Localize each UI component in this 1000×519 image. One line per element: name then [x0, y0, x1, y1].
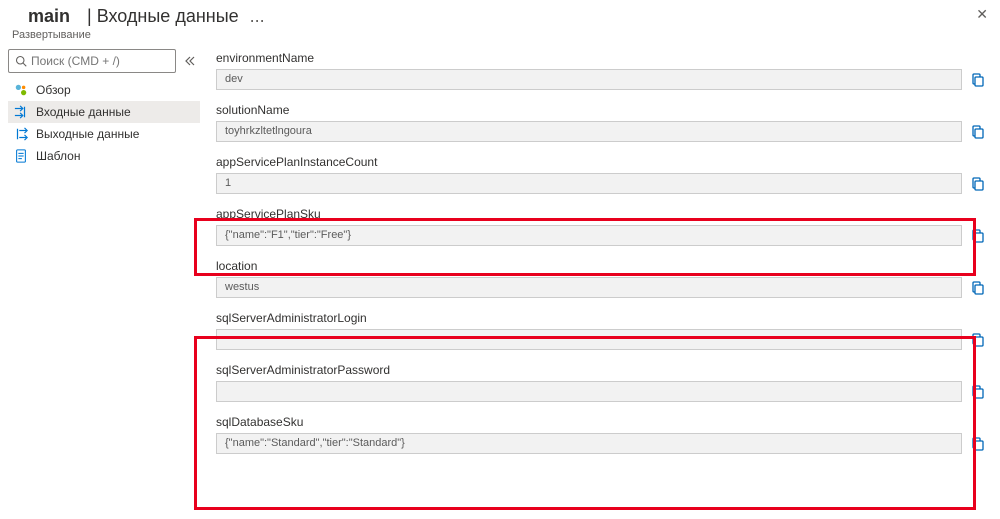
field-label: sqlServerAdministratorLogin [216, 311, 988, 325]
sidebar-item-label: Шаблон [36, 149, 80, 163]
field-appServicePlanInstanceCount: appServicePlanInstanceCount 1 [216, 155, 988, 194]
field-value [216, 329, 962, 350]
sidebar-item-template[interactable]: Шаблон [8, 145, 200, 167]
field-label: location [216, 259, 988, 273]
overview-icon [14, 83, 28, 97]
template-icon [14, 149, 28, 163]
copy-icon [970, 176, 986, 192]
field-value: 1 [216, 173, 962, 194]
copy-button[interactable] [967, 69, 988, 90]
sidebar: Обзор Входные данные Выходные данные Шаб… [0, 43, 200, 475]
copy-button[interactable] [967, 329, 988, 350]
title-sep: | [82, 6, 97, 26]
field-value: toyhrkzltetlngoura [216, 121, 962, 142]
field-solutionName: solutionName toyhrkzltetlngoura [216, 103, 988, 142]
search-box[interactable] [8, 49, 176, 73]
field-label: appServicePlanSku [216, 207, 988, 221]
inputs-icon [14, 105, 28, 119]
copy-icon [970, 280, 986, 296]
sidebar-item-outputs[interactable]: Выходные данные [8, 123, 200, 145]
sidebar-item-inputs[interactable]: Входные данные [8, 101, 200, 123]
sidebar-item-label: Обзор [36, 83, 71, 97]
sidebar-item-label: Выходные данные [36, 127, 139, 141]
chevron-left-double-icon [184, 55, 196, 67]
field-location: location westus [216, 259, 988, 298]
copy-button[interactable] [967, 277, 988, 298]
field-label: environmentName [216, 51, 988, 65]
copy-button[interactable] [967, 381, 988, 402]
field-value: dev [216, 69, 962, 90]
sidebar-item-overview[interactable]: Обзор [8, 79, 200, 101]
field-value [216, 381, 962, 402]
field-label: sqlDatabaseSku [216, 415, 988, 429]
close-button[interactable]: ✕ [976, 6, 988, 23]
copy-button[interactable] [967, 225, 988, 246]
copy-icon [970, 384, 986, 400]
close-icon: ✕ [976, 6, 988, 22]
title-main: main [12, 0, 82, 34]
field-value: {"name":"F1","tier":"Free"} [216, 225, 962, 246]
copy-button[interactable] [967, 173, 988, 194]
copy-button[interactable] [967, 121, 988, 142]
field-sqlServerAdministratorPassword: sqlServerAdministratorPassword [216, 363, 988, 402]
copy-icon [970, 332, 986, 348]
copy-icon [970, 124, 986, 140]
title-rest: Входные данные [97, 6, 239, 26]
search-input[interactable] [31, 54, 169, 68]
field-value: {"name":"Standard","tier":"Standard"} [216, 433, 962, 454]
field-appServicePlanSku: appServicePlanSku {"name":"F1","tier":"F… [216, 207, 988, 246]
copy-icon [970, 436, 986, 452]
main-content: environmentName dev solutionName toyhrkz… [200, 43, 1000, 475]
outputs-icon [14, 127, 28, 141]
field-label: solutionName [216, 103, 988, 117]
field-environmentName: environmentName dev [216, 51, 988, 90]
field-label: appServicePlanInstanceCount [216, 155, 988, 169]
collapse-button[interactable] [180, 49, 200, 73]
blade-header: main | Входные данные ... Развертывание … [0, 0, 1000, 43]
copy-icon [970, 228, 986, 244]
search-icon [15, 55, 27, 67]
copy-icon [970, 72, 986, 88]
sidebar-item-label: Входные данные [36, 105, 131, 119]
more-button[interactable]: ... [250, 6, 265, 26]
field-value: westus [216, 277, 962, 298]
header-subtitle: Развертывание [12, 29, 988, 41]
field-label: sqlServerAdministratorPassword [216, 363, 988, 377]
field-sqlDatabaseSku: sqlDatabaseSku {"name":"Standard","tier"… [216, 415, 988, 454]
copy-button[interactable] [967, 433, 988, 454]
field-sqlServerAdministratorLogin: sqlServerAdministratorLogin [216, 311, 988, 350]
